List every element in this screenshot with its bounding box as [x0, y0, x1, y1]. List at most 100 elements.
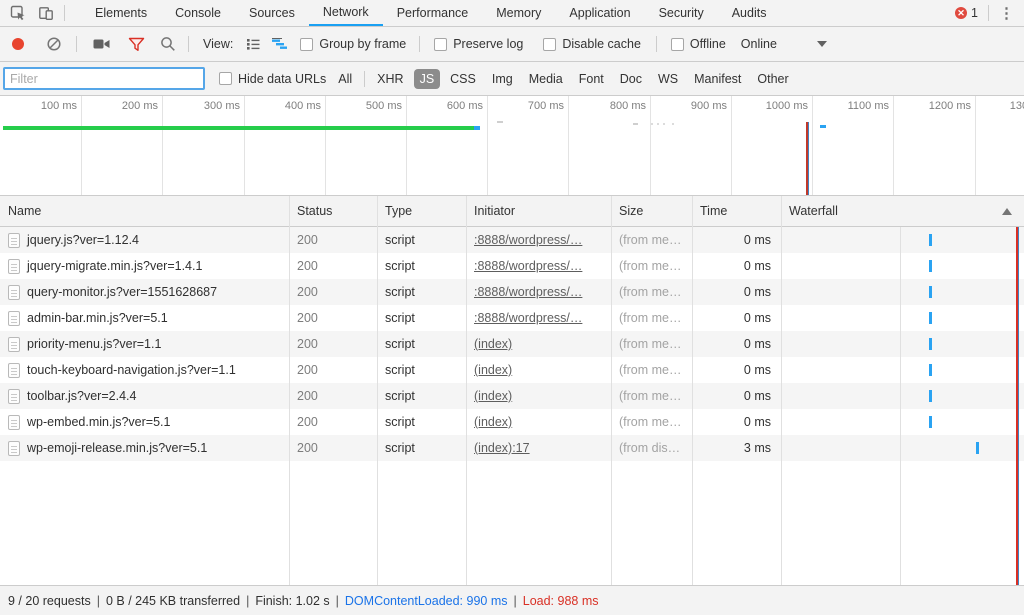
inspect-element-icon[interactable]: [4, 0, 32, 26]
request-row[interactable]: touch-keyboard-navigation.js?ver=1.1 200…: [0, 357, 1024, 383]
filter-pill-font[interactable]: Font: [573, 69, 610, 89]
throttling-select-value[interactable]: Online: [741, 37, 777, 51]
request-row[interactable]: wp-emoji-release.min.js?ver=5.1 200 scri…: [0, 435, 1024, 461]
gridline: [893, 96, 894, 195]
error-badge[interactable]: ✕ 1: [955, 6, 978, 20]
offline-checkbox[interactable]: Offline: [671, 37, 726, 51]
request-waterfall: [781, 253, 1024, 279]
sort-ascending-icon[interactable]: [1002, 208, 1012, 215]
device-toolbar-icon[interactable]: [32, 0, 60, 26]
request-waterfall: [781, 305, 1024, 331]
network-overview[interactable]: 100 ms 200 ms 300 ms 400 ms 500 ms 600 m…: [0, 96, 1024, 196]
request-name: jquery.js?ver=1.12.4: [0, 227, 289, 253]
waterfall-bar: [929, 234, 932, 246]
tick-label: 1200 ms: [901, 100, 971, 112]
group-by-frame-label: Group by frame: [319, 37, 406, 51]
tick-label: 700 ms: [494, 100, 564, 112]
request-status: 200: [289, 357, 377, 383]
column-header-initiator[interactable]: Initiator: [466, 196, 611, 226]
filter-pill-ws[interactable]: WS: [652, 69, 684, 89]
request-initiator-link[interactable]: (index): [466, 409, 611, 435]
more-options-icon[interactable]: ⋮: [993, 4, 1024, 22]
tab-memory[interactable]: Memory: [482, 0, 555, 26]
script-file-icon: [8, 415, 20, 430]
filter-pill-media[interactable]: Media: [523, 69, 569, 89]
column-header-name[interactable]: Name: [0, 196, 289, 226]
request-initiator-link[interactable]: (index): [466, 357, 611, 383]
request-initiator-link[interactable]: (index):17: [466, 435, 611, 461]
request-waterfall: [781, 357, 1024, 383]
column-divider[interactable]: [377, 196, 378, 585]
script-file-icon: [8, 389, 20, 404]
record-button[interactable]: [12, 38, 24, 50]
search-icon[interactable]: [160, 36, 176, 52]
capture-screenshots-icon[interactable]: [93, 37, 111, 51]
column-divider[interactable]: [289, 196, 290, 585]
filter-pill-doc[interactable]: Doc: [614, 69, 648, 89]
filter-icon[interactable]: [128, 37, 145, 52]
column-divider[interactable]: [466, 196, 467, 585]
overview-mark: [633, 123, 638, 125]
filter-pill-xhr[interactable]: XHR: [371, 69, 409, 89]
request-initiator-link[interactable]: :8888/wordpress/…: [466, 279, 611, 305]
request-size: (from me…: [611, 383, 692, 409]
group-by-frame-checkbox[interactable]: Group by frame: [300, 37, 406, 51]
column-header-waterfall[interactable]: Waterfall: [781, 196, 1024, 226]
request-row[interactable]: toolbar.js?ver=2.4.4 200 script (index) …: [0, 383, 1024, 409]
clear-icon[interactable]: [46, 36, 62, 52]
filter-pill-js[interactable]: JS: [414, 69, 441, 89]
filter-pill-other[interactable]: Other: [751, 69, 794, 89]
request-size: (from me…: [611, 305, 692, 331]
request-initiator-link[interactable]: (index): [466, 331, 611, 357]
request-name-text: touch-keyboard-navigation.js?ver=1.1: [27, 357, 236, 383]
request-name: wp-emoji-release.min.js?ver=5.1: [0, 435, 289, 461]
requests-table: Name Status Type Initiator Size Time Wat…: [0, 196, 1024, 585]
tab-security[interactable]: Security: [645, 0, 718, 26]
view-label: View:: [203, 37, 233, 51]
hide-data-urls-label: Hide data URLs: [238, 72, 326, 86]
waterfall-view-icon[interactable]: [271, 37, 288, 51]
column-divider[interactable]: [692, 196, 693, 585]
tab-application[interactable]: Application: [555, 0, 644, 26]
request-waterfall: [781, 435, 1024, 461]
filter-pill-css[interactable]: CSS: [444, 69, 482, 89]
request-row[interactable]: query-monitor.js?ver=1551628687 200 scri…: [0, 279, 1024, 305]
request-initiator-link[interactable]: :8888/wordpress/…: [466, 305, 611, 331]
tab-elements[interactable]: Elements: [81, 0, 161, 26]
column-header-type[interactable]: Type: [377, 196, 466, 226]
request-initiator-link[interactable]: :8888/wordpress/…: [466, 253, 611, 279]
filter-pill-img[interactable]: Img: [486, 69, 519, 89]
column-divider[interactable]: [611, 196, 612, 585]
column-header-time[interactable]: Time: [692, 196, 781, 226]
filter-pill-manifest[interactable]: Manifest: [688, 69, 747, 89]
request-row[interactable]: admin-bar.min.js?ver=5.1 200 script :888…: [0, 305, 1024, 331]
hide-data-urls-checkbox[interactable]: Hide data URLs: [219, 72, 326, 86]
filter-pill-all[interactable]: All: [332, 69, 358, 89]
request-row[interactable]: jquery.js?ver=1.12.4 200 script :8888/wo…: [0, 227, 1024, 253]
disable-cache-checkbox[interactable]: Disable cache: [543, 37, 641, 51]
request-name-text: priority-menu.js?ver=1.1: [27, 331, 161, 357]
request-name-text: wp-embed.min.js?ver=5.1: [27, 409, 170, 435]
gridline: [81, 96, 82, 195]
request-row[interactable]: priority-menu.js?ver=1.1 200 script (ind…: [0, 331, 1024, 357]
large-rows-view-icon[interactable]: [245, 37, 261, 51]
tab-audits[interactable]: Audits: [718, 0, 781, 26]
column-header-status[interactable]: Status: [289, 196, 377, 226]
request-type: script: [377, 227, 466, 253]
tab-network[interactable]: Network: [309, 0, 383, 26]
column-header-size[interactable]: Size: [611, 196, 692, 226]
chevron-down-icon[interactable]: [817, 41, 827, 47]
request-initiator-link[interactable]: (index): [466, 383, 611, 409]
tab-sources[interactable]: Sources: [235, 0, 309, 26]
tab-console[interactable]: Console: [161, 0, 235, 26]
request-row[interactable]: jquery-migrate.min.js?ver=1.4.1 200 scri…: [0, 253, 1024, 279]
preserve-log-checkbox[interactable]: Preserve log: [434, 37, 523, 51]
separator: |: [514, 594, 517, 608]
filter-input[interactable]: [3, 67, 205, 90]
request-row[interactable]: wp-embed.min.js?ver=5.1 200 script (inde…: [0, 409, 1024, 435]
column-divider[interactable]: [781, 196, 782, 585]
request-time: 0 ms: [692, 279, 781, 305]
tab-performance[interactable]: Performance: [383, 0, 483, 26]
request-initiator-link[interactable]: :8888/wordpress/…: [466, 227, 611, 253]
request-time: 0 ms: [692, 305, 781, 331]
